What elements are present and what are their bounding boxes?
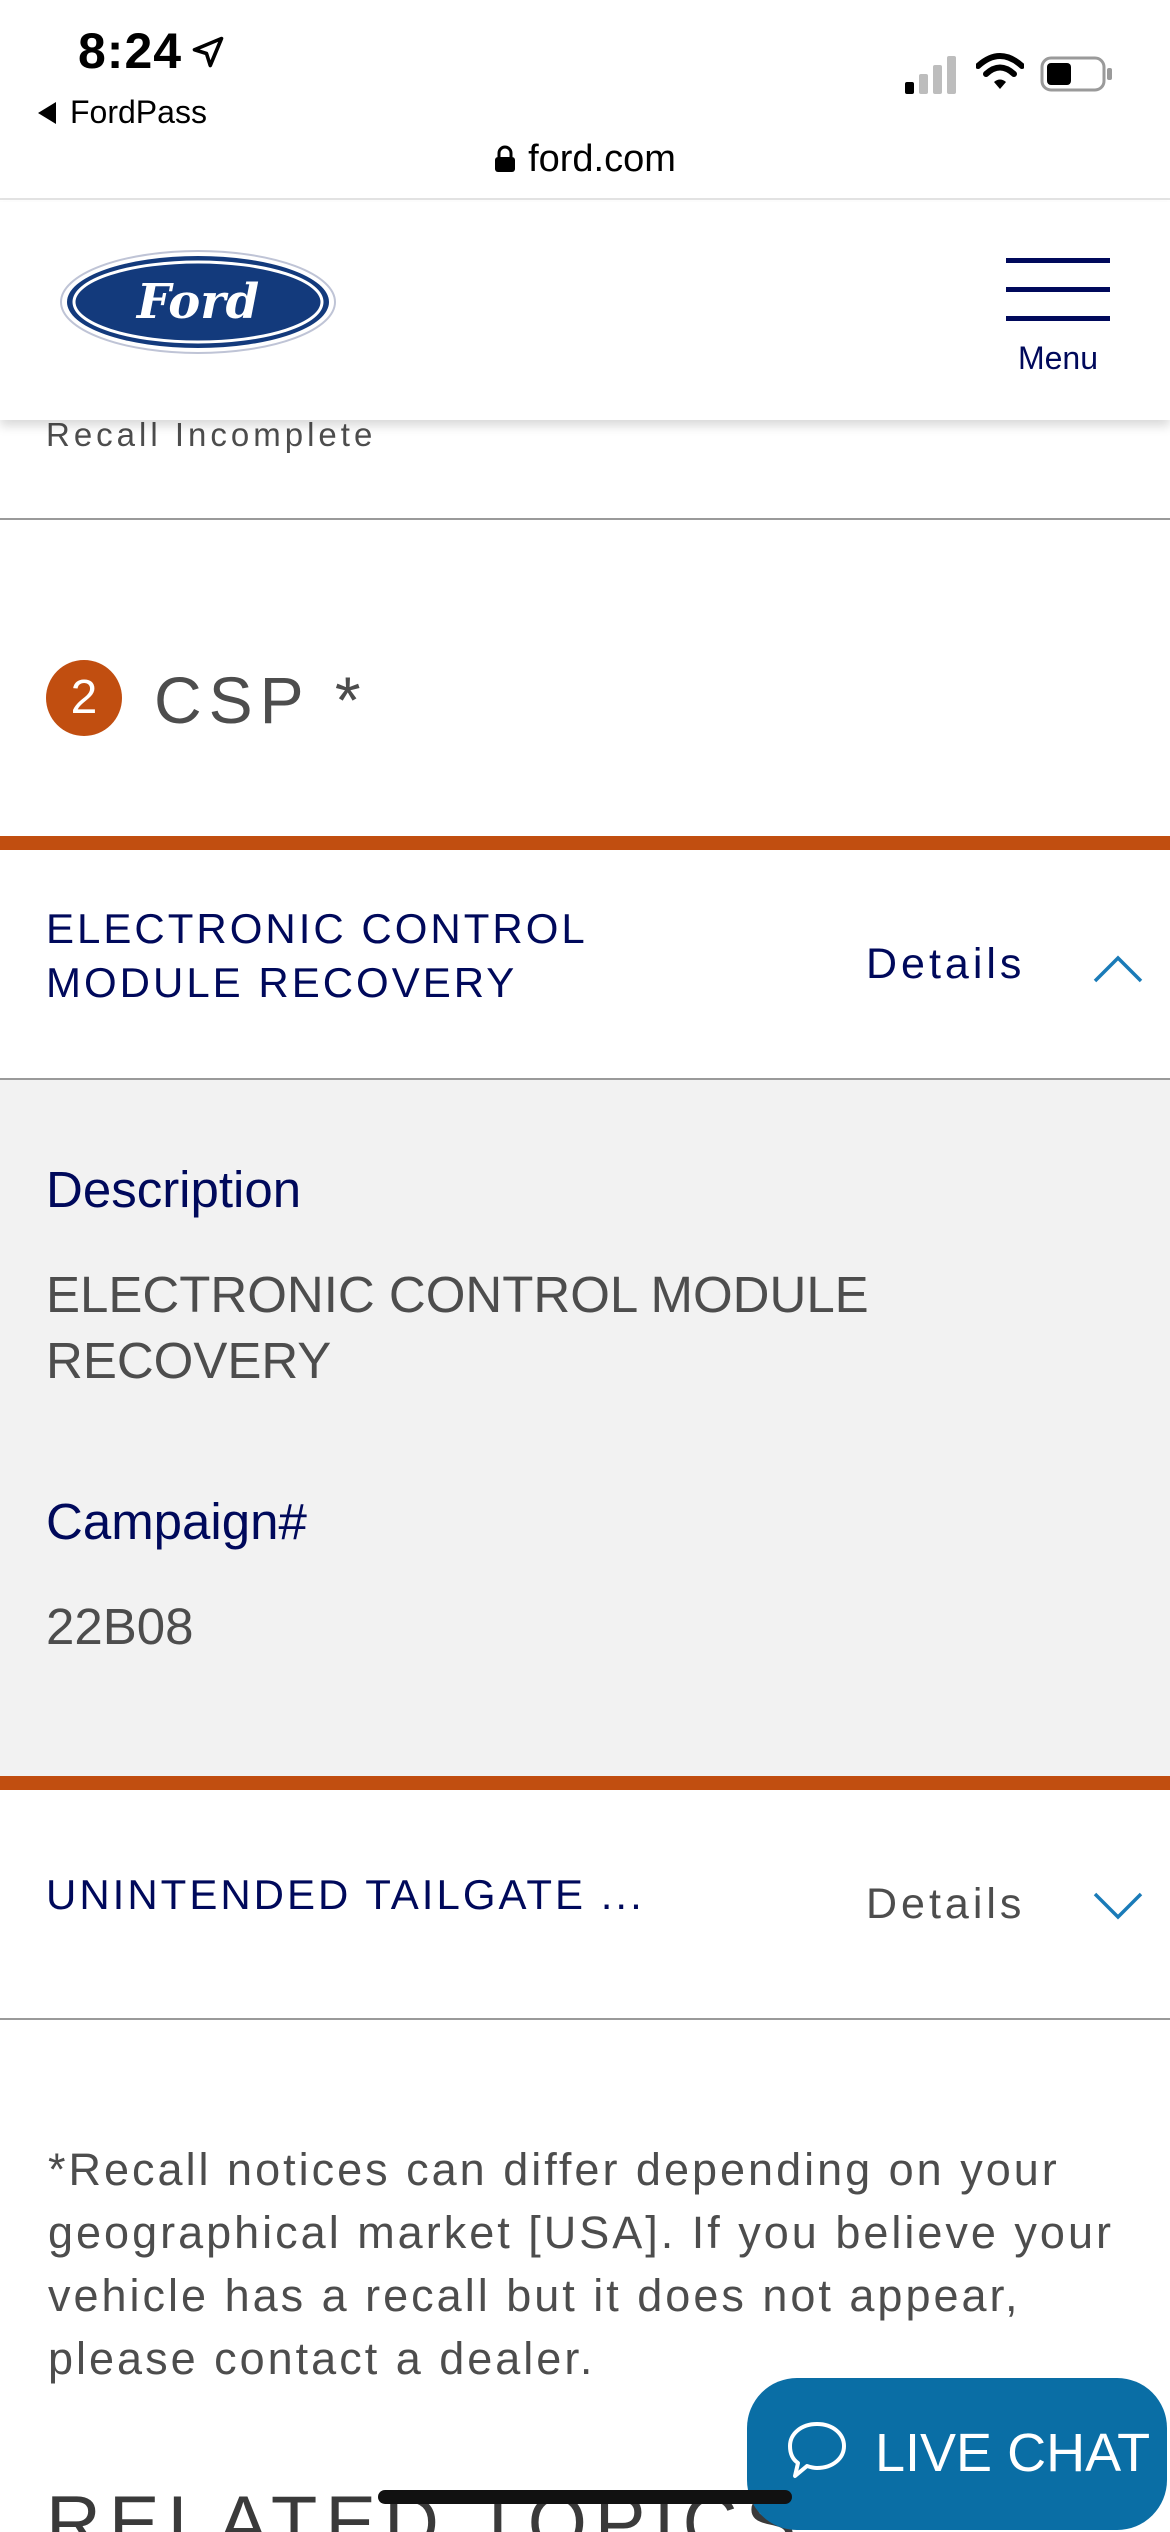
item-title: ELECTRONIC CONTROL MODULE RECOVERY [46,905,587,1006]
details-toggle[interactable]: Details [866,1880,1025,1929]
accent-rule [0,836,1170,850]
details-toggle[interactable]: Details [866,940,1025,989]
recall-status: Recall Incomplete [46,416,377,453]
ford-logo[interactable]: Ford [58,248,338,356]
chevron-down-icon[interactable] [1092,1890,1144,1920]
section-title: CSP * [154,663,368,737]
menu-button[interactable]: Menu [994,258,1118,388]
description-label: Description [46,1161,302,1218]
hamburger-bar [1006,287,1110,292]
site-header: Ford Menu [0,202,1170,420]
wifi-icon [976,53,1024,89]
signal-icon [905,56,956,94]
live-chat-label: LIVE CHAT [875,2423,1151,2483]
url-text: ford.com [528,138,676,180]
page: 8:24 FordPass ford.com Ford Menu Recall … [0,0,1170,2532]
accordion-header-tailgate[interactable]: UNINTENDED TAILGATE ... Details [0,1790,1170,2020]
related-topics-heading: RELATED TOPICS [46,2481,805,2532]
location-arrow-icon [192,36,224,68]
hamburger-bar [1006,316,1110,321]
url-bar[interactable]: ford.com [0,138,1170,181]
status-time: 8:24 [78,23,183,79]
back-app-label: FordPass [70,94,207,130]
accent-rule [0,1776,1170,1790]
details-panel: Description ELECTRONIC CONTROL MODULE RE… [0,1080,1170,1776]
svg-text:Ford: Ford [135,274,259,330]
chevron-up-icon[interactable] [1092,954,1144,984]
chat-bubble-icon [788,2422,846,2478]
description-value: ELECTRONIC CONTROL MODULE RECOVERY [46,1266,869,1389]
back-to-app-button[interactable]: FordPass [38,94,207,131]
recall-disclaimer: *Recall notices can differ depending on … [48,2144,1114,2384]
status-bar: 8:24 FordPass ford.com [0,0,1170,200]
campaign-label: Campaign# [46,1493,307,1550]
lock-icon [495,145,516,172]
menu-label: Menu [1017,340,1099,376]
live-chat-button[interactable]: LIVE CHAT [747,2378,1167,2530]
home-indicator[interactable] [378,2490,792,2504]
battery-icon [1040,56,1112,92]
item-title: UNINTENDED TAILGATE ... [46,1871,645,1918]
campaign-value: 22B08 [46,1598,194,1655]
section-number-badge: 2 [46,660,122,736]
hamburger-icon [1006,258,1110,263]
back-triangle-icon [38,102,56,124]
accordion-header-ecm-recovery[interactable]: ELECTRONIC CONTROL MODULE RECOVERY Detai… [0,850,1170,1080]
